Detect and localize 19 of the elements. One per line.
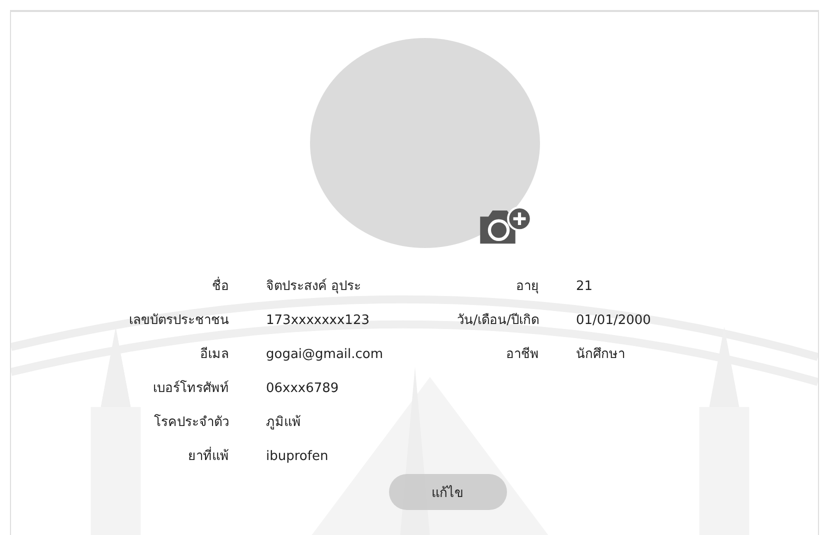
field-label: วัน/เดือน/ปีเกิด — [456, 312, 539, 330]
field-value: 173xxxxxxx123 — [266, 312, 370, 330]
field-label: ยาที่แพ้ — [106, 444, 229, 478]
field-value: ภูมิแพ้ — [266, 414, 302, 432]
field-value: 06xxx6789 — [266, 380, 340, 398]
field-label: ชื่อ — [106, 274, 229, 308]
field-label: อายุ — [515, 278, 539, 296]
field-label: อีเมล — [199, 346, 229, 364]
field-value: gogai@gmail.com — [266, 346, 384, 364]
field-value: นักศึกษา — [576, 346, 626, 364]
field-value: จิตประสงค์ อุประ — [266, 278, 362, 296]
field-value: 01/01/2000 — [576, 312, 651, 330]
field-label: โรคประจำตัว — [153, 413, 229, 432]
field-label: อาชีพ — [505, 346, 539, 364]
field-value: 21 — [576, 278, 594, 296]
edit-button[interactable]: แก้ไข — [388, 474, 506, 510]
field-label: เบอร์โทรศัพท์ — [152, 379, 229, 398]
field-label: เลขบัตรประชาชน — [128, 312, 229, 330]
field-value: ibuprofen — [266, 448, 330, 466]
